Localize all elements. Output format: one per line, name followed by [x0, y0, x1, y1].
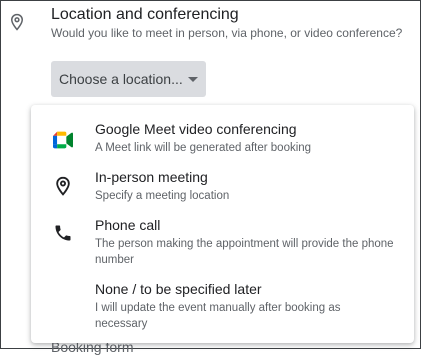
app-window: Location and conferencing Would you like…	[0, 0, 421, 355]
option-google-meet[interactable]: Google Meet video conferencing A Meet li…	[31, 121, 414, 161]
location-pin-icon	[53, 176, 73, 196]
option-title: Google Meet video conferencing	[95, 121, 297, 137]
option-title: Phone call	[95, 217, 161, 233]
chevron-down-icon	[188, 77, 198, 82]
google-meet-icon	[53, 130, 73, 150]
option-title: In-person meeting	[95, 169, 208, 185]
section-title: Location and conferencing	[51, 6, 239, 23]
location-select-label: Choose a location...	[59, 71, 183, 87]
option-in-person[interactable]: In-person meeting Specify a meeting loca…	[31, 169, 414, 209]
option-description: A Meet link will be generated after book…	[95, 142, 312, 154]
option-description: Specify a meeting location	[95, 190, 230, 202]
location-select[interactable]: Choose a location...	[51, 61, 206, 97]
location-dropdown-menu: Google Meet video conferencing A Meet li…	[31, 105, 414, 343]
option-none[interactable]: None / to be specified later I will upda…	[31, 281, 414, 337]
section-subtitle: Would you like to meet in person, via ph…	[51, 26, 403, 40]
option-phone-call[interactable]: Phone call The person making the appoint…	[31, 217, 414, 273]
option-description: I will update the event manually after b…	[95, 302, 341, 330]
location-pin-icon	[8, 13, 26, 31]
option-description: The person making the appointment will p…	[95, 238, 394, 266]
option-title: None / to be specified later	[95, 281, 262, 297]
phone-icon	[53, 223, 73, 243]
